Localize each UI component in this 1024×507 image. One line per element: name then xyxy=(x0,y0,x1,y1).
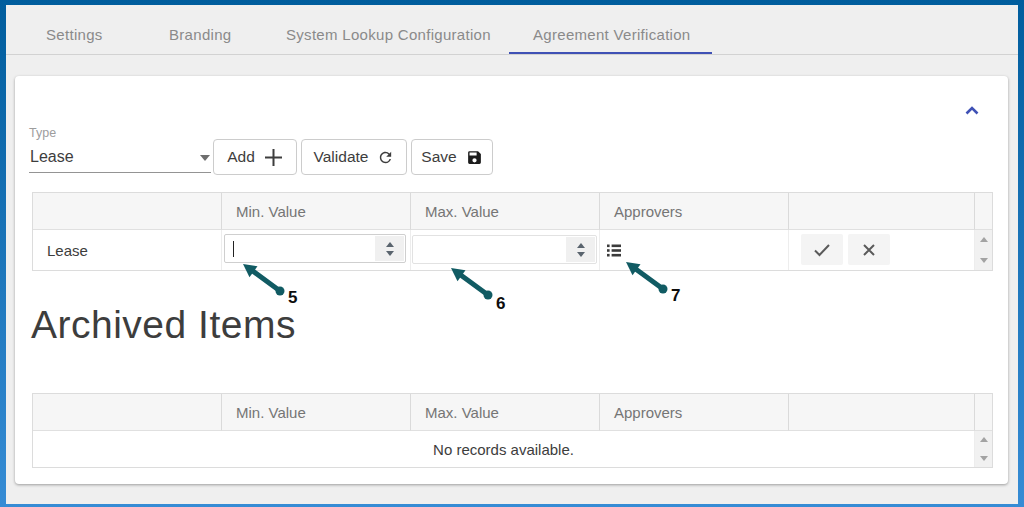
cancel-button[interactable] xyxy=(848,234,890,265)
spinner-up-icon[interactable] xyxy=(386,242,394,247)
grid-header-scroll xyxy=(975,193,992,230)
scroll-down-icon[interactable] xyxy=(980,258,988,263)
plus-icon xyxy=(264,148,283,167)
archived-scrollbar[interactable] xyxy=(975,431,992,467)
type-label: Type xyxy=(29,126,56,140)
grid-cell-actions xyxy=(789,230,975,270)
archived-header-max-value: Max. Value xyxy=(411,394,600,431)
dropdown-arrow-icon[interactable] xyxy=(200,155,210,161)
tabbar-separator xyxy=(6,54,1018,55)
add-button[interactable]: Add xyxy=(213,139,297,175)
annotation-number-6: 6 xyxy=(496,294,505,314)
save-button-label: Save xyxy=(421,148,456,166)
max-value-input[interactable] xyxy=(412,235,597,264)
grid-header-empty xyxy=(33,193,222,230)
grid-header-min-value: Min. Value xyxy=(222,193,411,230)
check-icon xyxy=(813,243,831,257)
tab-settings[interactable]: Settings xyxy=(46,26,103,43)
spinner-down-icon[interactable] xyxy=(386,251,394,256)
grid-cell-max-value xyxy=(411,230,600,270)
grid-cell-type: Lease xyxy=(33,230,222,270)
type-dropdown-value[interactable]: Lease xyxy=(30,148,74,166)
archived-header-min-value: Min. Value xyxy=(222,394,411,431)
annotation-arrow-5 xyxy=(237,259,287,297)
tab-agreement-verification[interactable]: Agreement Verification xyxy=(533,26,691,43)
min-value-spinner[interactable] xyxy=(375,236,404,261)
type-dropdown-underline xyxy=(29,172,211,173)
scroll-down-icon[interactable] xyxy=(980,456,988,461)
approvers-list-icon[interactable] xyxy=(607,244,621,257)
save-icon xyxy=(466,149,483,166)
agreement-grid: Min. Value Max. Value Approvers Lease xyxy=(32,192,993,271)
spinner-down-icon[interactable] xyxy=(577,252,585,257)
archived-grid: Min. Value Max. Value Approvers No recor… xyxy=(32,393,993,468)
scroll-up-icon[interactable] xyxy=(980,437,988,442)
refresh-icon xyxy=(377,149,394,166)
scroll-up-icon[interactable] xyxy=(980,237,988,242)
annotation-arrow-7 xyxy=(620,257,670,295)
archived-header-actions xyxy=(789,394,975,431)
archived-header-approvers: Approvers xyxy=(600,394,789,431)
grid-header-max-value: Max. Value xyxy=(411,193,600,230)
active-tab-indicator xyxy=(509,52,712,54)
collapse-chevron-up-icon[interactable] xyxy=(963,103,981,117)
grid-header-actions xyxy=(789,193,975,230)
grid-scrollbar[interactable] xyxy=(975,230,992,270)
no-records-message: No records available. xyxy=(33,431,975,467)
annotation-number-7: 7 xyxy=(671,286,680,306)
archived-header-empty xyxy=(33,394,222,431)
annotation-arrow-6 xyxy=(445,263,495,301)
text-caret xyxy=(233,241,234,257)
spinner-up-icon[interactable] xyxy=(577,243,585,248)
validate-button[interactable]: Validate xyxy=(301,139,407,175)
confirm-button[interactable] xyxy=(801,234,843,265)
add-button-label: Add xyxy=(227,148,255,166)
max-value-spinner[interactable] xyxy=(566,237,595,262)
tab-branding[interactable]: Branding xyxy=(169,26,231,43)
grid-header-approvers: Approvers xyxy=(600,193,789,230)
close-icon xyxy=(862,243,876,257)
archived-items-title: Archived Items xyxy=(31,303,296,347)
tab-system-lookup-configuration[interactable]: System Lookup Configuration xyxy=(286,26,491,43)
save-button[interactable]: Save xyxy=(411,139,493,175)
archived-header-scroll xyxy=(975,394,992,431)
validate-button-label: Validate xyxy=(314,148,369,166)
